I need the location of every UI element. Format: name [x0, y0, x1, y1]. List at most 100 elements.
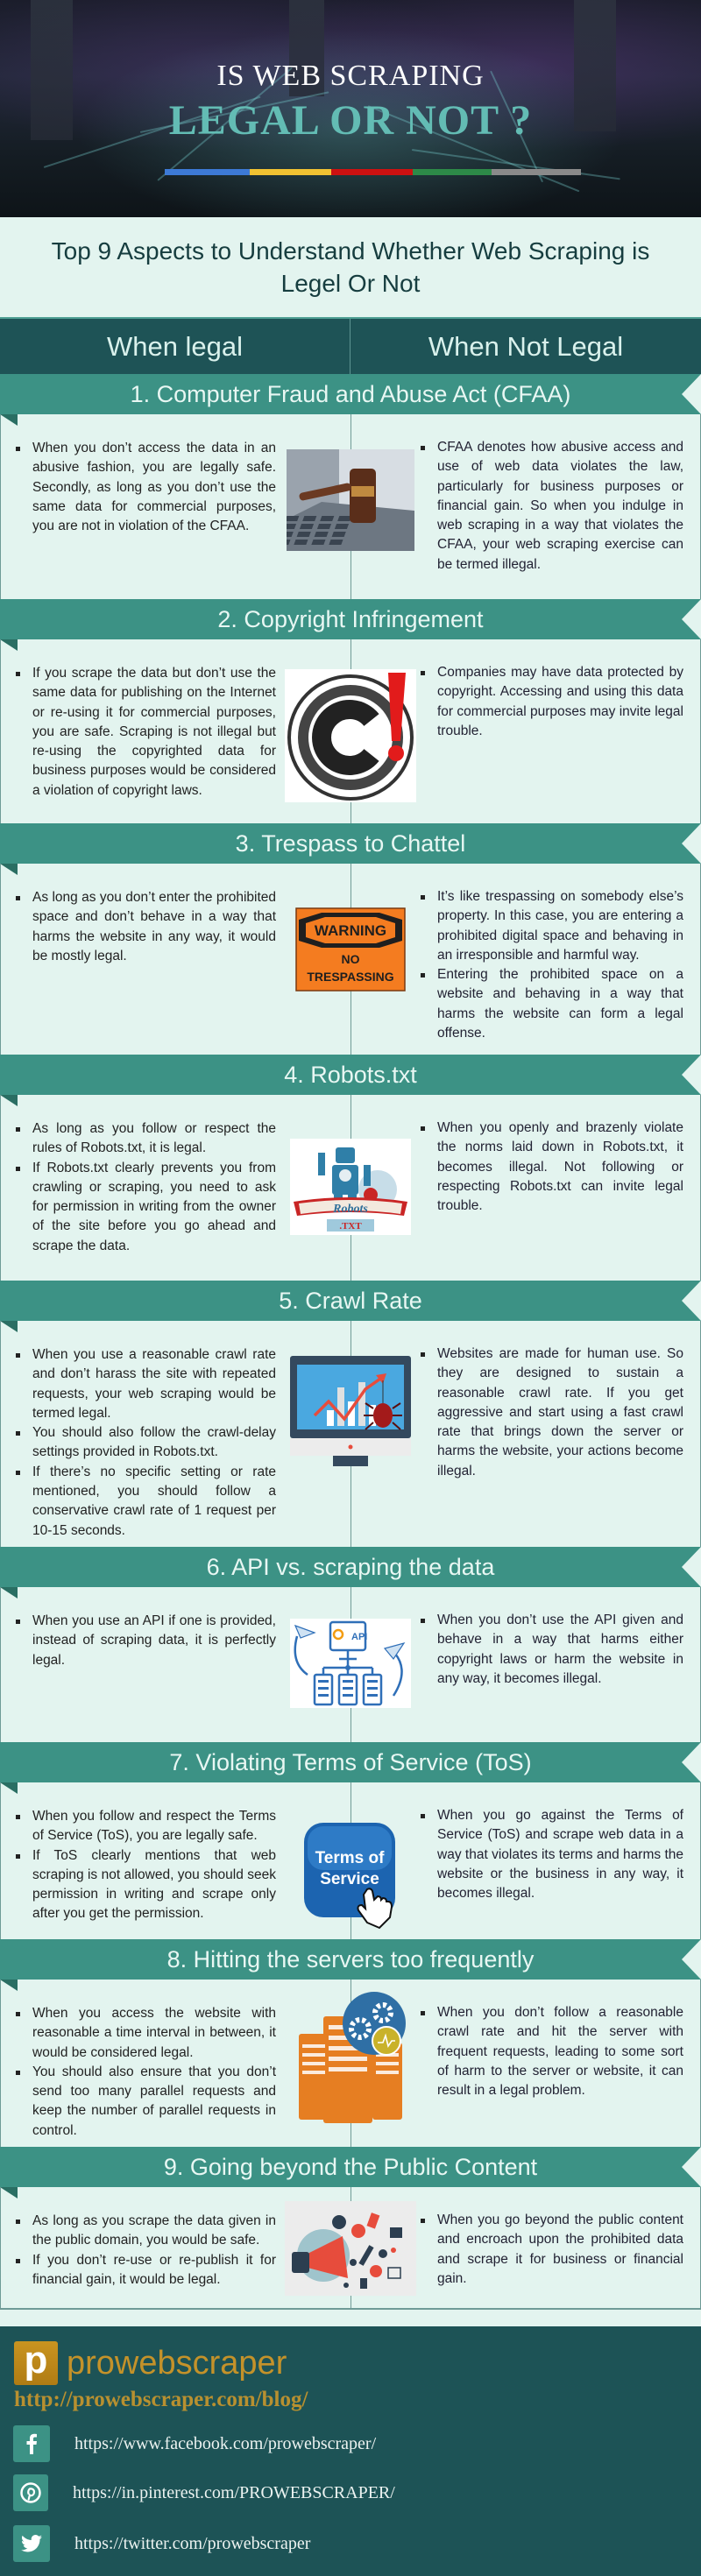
- bullet-point: If there’s no specific setting or rate m…: [16, 1463, 276, 1541]
- twitter-icon: [13, 2525, 50, 2562]
- section-body: When you follow and respect the Terms of…: [0, 1782, 701, 1939]
- section-title: 9. Going beyond the Public Content: [163, 2153, 538, 2180]
- not-legal-points: When you go beyond the public content an…: [421, 2211, 683, 2289]
- bullet-point: Websites are made for human use. So they…: [421, 1344, 683, 1481]
- not-legal-points: CFAA denotes how abusive access and use …: [421, 438, 683, 575]
- sections-container: 1. Computer Fraud and Abuse Act (CFAA) Wh…: [0, 374, 701, 2310]
- not-legal-points: It’s like trespassing on somebody else’s…: [421, 887, 683, 1043]
- section-ribbon: 2. Copyright Infringement: [0, 599, 701, 651]
- light-strand: [411, 149, 620, 180]
- section-title: 3. Trespass to Chattel: [235, 829, 466, 857]
- twitter-link[interactable]: https://twitter.com/prowebscraper: [74, 2534, 310, 2554]
- comparison-table: When legal When Not Legal 1. Computer Fr…: [0, 317, 701, 2310]
- pinterest-link[interactable]: https://in.pinterest.com/PROWEBSCRAPER/: [73, 2483, 395, 2503]
- copyright-warning-icon: [285, 669, 416, 802]
- bullet-point: As long as you follow or respect the rul…: [16, 1119, 276, 1159]
- legal-points: When you use a reasonable crawl rate and…: [16, 1345, 276, 1541]
- legal-points: When you follow and respect the Terms of…: [16, 1807, 276, 1924]
- column-header-legal: When legal: [0, 319, 350, 374]
- brand-logo[interactable]: p prowebscraper: [14, 2341, 287, 2385]
- legal-points: As long as you follow or respect the rul…: [16, 1119, 276, 1256]
- facebook-link[interactable]: https://www.facebook.com/prowebscraper/: [74, 2434, 376, 2454]
- legal-points: If you scrape the data but don’t use the…: [16, 664, 276, 801]
- section-ribbon: 4. Robots.txt: [0, 1055, 701, 1106]
- social-facebook[interactable]: https://www.facebook.com/prowebscraper/: [13, 2425, 376, 2462]
- terms-of-service-button-icon: Terms of Service: [297, 1819, 404, 1930]
- section-title: 6. API vs. scraping the data: [206, 1553, 495, 1580]
- ribbon-notch: [682, 599, 701, 639]
- blog-link[interactable]: http://prowebscraper.com/blog/: [14, 2388, 308, 2412]
- section-6: 6. API vs. scraping the data When you use…: [0, 1547, 701, 1742]
- hero-color-bar: [165, 169, 581, 175]
- section-1: 1. Computer Fraud and Abuse Act (CFAA) Wh…: [0, 374, 701, 599]
- bullet-point: When you don’t use the API given and beh…: [421, 1611, 683, 1689]
- social-pinterest[interactable]: https://in.pinterest.com/PROWEBSCRAPER/: [13, 2474, 395, 2511]
- section-body: When you use an API if one is provided, …: [0, 1587, 701, 1742]
- section-8: 8. Hitting the servers too frequently Whe…: [0, 1939, 701, 2147]
- hero-title-line2: LEGAL OR NOT ?: [168, 97, 533, 144]
- ribbon-notch: [682, 1281, 701, 1321]
- monitor-chart-spider-icon: [288, 1354, 413, 1468]
- facebook-icon: [13, 2425, 50, 2462]
- bullet-point: You should also ensure that you don’t se…: [16, 2063, 276, 2141]
- color-bar-segment: [412, 169, 492, 175]
- section-title: 1. Computer Fraud and Abuse Act (CFAA): [130, 380, 571, 407]
- section-title: 8. Hitting the servers too frequently: [166, 1945, 535, 1973]
- svg-text:Robots: Robots: [332, 1203, 368, 1216]
- not-legal-points: When you go against the Terms of Service…: [421, 1806, 683, 1903]
- section-7: 7. Violating Terms of Service (ToS) When …: [0, 1742, 701, 1939]
- color-bar-segment: [165, 169, 251, 175]
- section-9: 9. Going beyond the Public Content As lon…: [0, 2147, 701, 2310]
- bullet-point: Entering the prohibited space on a websi…: [421, 965, 683, 1043]
- bullet-point: It’s like trespassing on somebody else’s…: [421, 887, 683, 965]
- bullet-point: When you go against the Terms of Service…: [421, 1806, 683, 1903]
- svg-text:.TXT: .TXT: [339, 1221, 362, 1232]
- bullet-point: As long as you don’t enter the prohibite…: [16, 888, 276, 966]
- bullet-point: Companies may have data protected by cop…: [421, 663, 683, 741]
- bullet-point: CFAA denotes how abusive access and use …: [421, 438, 683, 575]
- not-legal-points: Websites are made for human use. So they…: [421, 1344, 683, 1481]
- robot-icon: Robots .TXT: [290, 1139, 411, 1235]
- ribbon-notch: [682, 1547, 701, 1587]
- section-4: 4. Robots.txt As long as you follow or re…: [0, 1055, 701, 1281]
- bullet-point: When you go beyond the public content an…: [421, 2211, 683, 2289]
- svg-text:TRESPASSING: TRESPASSING: [307, 970, 393, 984]
- section-body: If you scrape the data but don’t use the…: [0, 639, 701, 823]
- gavel-on-laptop-icon: [287, 449, 414, 551]
- svg-text:Terms of: Terms of: [315, 1849, 386, 1867]
- svg-text:NO: NO: [342, 952, 360, 966]
- legal-points: As long as you don’t enter the prohibite…: [16, 888, 276, 966]
- logo-mark-icon: p: [14, 2341, 58, 2385]
- section-ribbon: 6. API vs. scraping the data: [0, 1547, 701, 1599]
- bullet-point: When you use a reasonable crawl rate and…: [16, 1345, 276, 1423]
- bullet-point: When you use an API if one is provided, …: [16, 1612, 276, 1670]
- page-subtitle: Top 9 Aspects to Understand Whether Web …: [51, 237, 650, 297]
- bullet-point: When you don’t access the data in an abu…: [16, 439, 276, 536]
- not-legal-points: When you don’t use the API given and beh…: [421, 1611, 683, 1689]
- hero-banner: IS WEB SCRAPING LEGAL OR NOT ?: [0, 0, 701, 217]
- ribbon-notch: [682, 1939, 701, 1980]
- section-ribbon: 8. Hitting the servers too frequently: [0, 1939, 701, 1991]
- svg-text:Service: Service: [320, 1870, 379, 1888]
- legal-points: When you use an API if one is provided, …: [16, 1612, 276, 1670]
- bullet-point: When you openly and brazenly violate the…: [421, 1119, 683, 1216]
- ribbon-notch: [682, 2147, 701, 2187]
- section-body: When you access the website with reasona…: [0, 1980, 701, 2147]
- section-2: 2. Copyright Infringement If you scrape t…: [0, 599, 701, 823]
- bullet-point: When you access the website with reasona…: [16, 2004, 276, 2063]
- section-ribbon: 7. Violating Terms of Service (ToS): [0, 1742, 701, 1794]
- ribbon-notch: [682, 823, 701, 864]
- section-ribbon: 3. Trespass to Chattel: [0, 823, 701, 875]
- section-ribbon: 5. Crawl Rate: [0, 1281, 701, 1332]
- section-body: When you don’t access the data in an abu…: [0, 414, 701, 599]
- ribbon-notch: [682, 1742, 701, 1782]
- bullet-point: If you scrape the data but don’t use the…: [16, 664, 276, 801]
- section-title: 4. Robots.txt: [284, 1061, 417, 1088]
- color-bar-segment: [250, 169, 331, 175]
- not-legal-points: When you openly and brazenly violate the…: [421, 1119, 683, 1216]
- bullet-point: If ToS clearly mentions that web scrapin…: [16, 1846, 276, 1924]
- section-body: As long as you scrape the data given in …: [0, 2187, 701, 2310]
- social-twitter[interactable]: https://twitter.com/prowebscraper: [13, 2525, 310, 2562]
- ribbon-notch: [682, 374, 701, 414]
